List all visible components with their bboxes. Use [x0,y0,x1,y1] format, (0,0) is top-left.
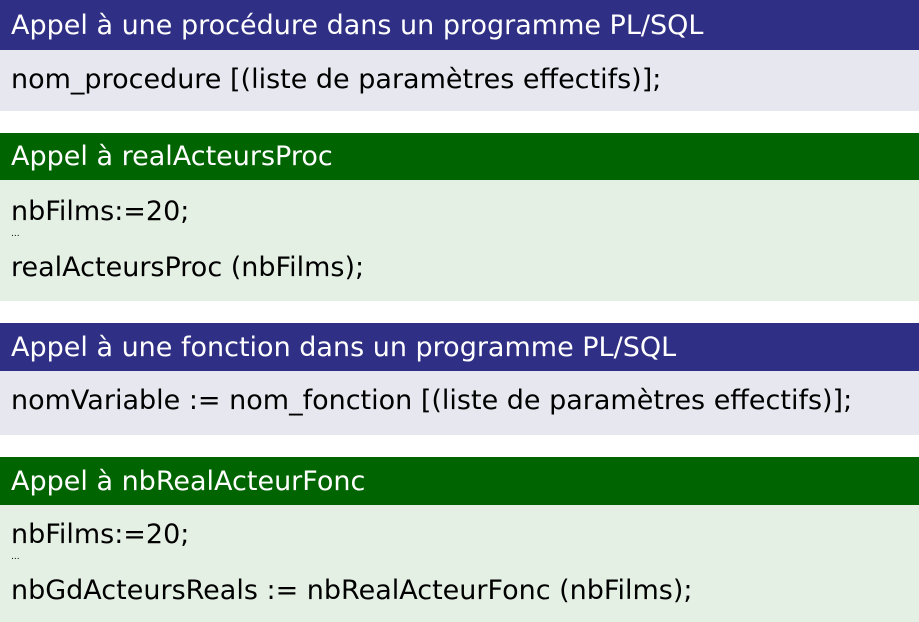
code-line: nbGdActeursReals := nbRealActeurFonc (nb… [11,575,693,606]
ellipsis: ... [11,552,20,562]
code-line: nomVariable := nom_fonction [(liste de p… [11,385,853,416]
code-line: nbFilms:=20; [11,196,190,227]
block-title: Appel à nbRealActeurFonc [0,457,919,505]
block-body: nom_procedure [(liste de paramètres effe… [0,50,919,111]
procedure-call-block: Appel à une procédure dans un programme … [0,0,919,111]
block-title: Appel à une procédure dans un programme … [0,0,919,50]
ellipsis: ... [11,229,20,239]
block-body: nbFilms:=20; ... realActeursProc (nbFilm… [0,180,919,301]
block-body: nbFilms:=20; ... nbGdActeursReals := nbR… [0,505,919,622]
block-body: nomVariable := nom_fonction [(liste de p… [0,371,919,435]
block-title: Appel à realActeursProc [0,133,919,180]
function-example-block: Appel à nbRealActeurFonc nbFilms:=20; ..… [0,457,919,622]
function-call-block: Appel à une fonction dans un programme P… [0,323,919,435]
procedure-example-block: Appel à realActeursProc nbFilms:=20; ...… [0,133,919,301]
code-line: realActeursProc (nbFilms); [11,252,365,283]
block-title: Appel à une fonction dans un programme P… [0,323,919,371]
code-line: nom_procedure [(liste de paramètres effe… [11,64,662,95]
code-line: nbFilms:=20; [11,519,190,550]
